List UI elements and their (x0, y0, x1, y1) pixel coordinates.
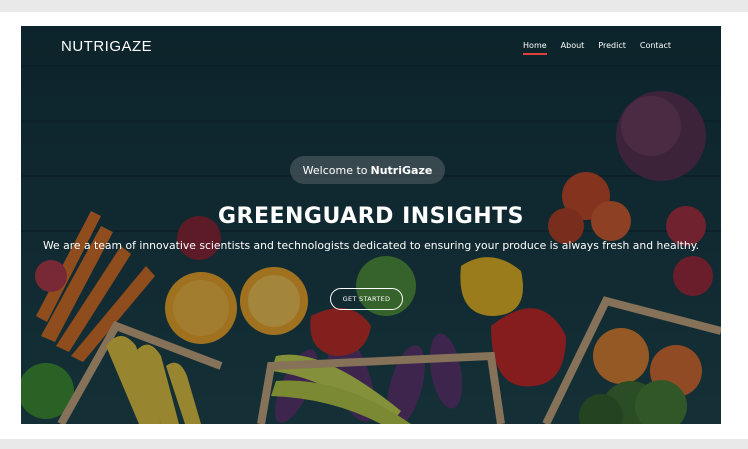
welcome-prefix: Welcome to (302, 163, 368, 177)
get-started-button[interactable]: GET STARTED (330, 288, 403, 310)
hero-subline: We are a team of innovative scientists a… (43, 239, 699, 252)
nav-predict[interactable]: Predict (598, 41, 626, 53)
welcome-badge: Welcome to NutriGaze (290, 156, 445, 184)
nav-home[interactable]: Home (523, 41, 547, 55)
page-frame: NUTRIGAZE Home About Predict Contact Wel… (0, 12, 748, 439)
brand-logo[interactable]: NUTRIGAZE (61, 38, 152, 55)
welcome-brand: NutriGaze (370, 163, 433, 177)
hero-headline: GREENGUARD INSIGHTS (217, 204, 525, 229)
hero-section: NUTRIGAZE Home About Predict Contact Wel… (21, 26, 721, 424)
main-nav: Home About Predict Contact (523, 41, 671, 55)
nav-contact[interactable]: Contact (640, 41, 671, 53)
nav-about[interactable]: About (561, 41, 585, 53)
